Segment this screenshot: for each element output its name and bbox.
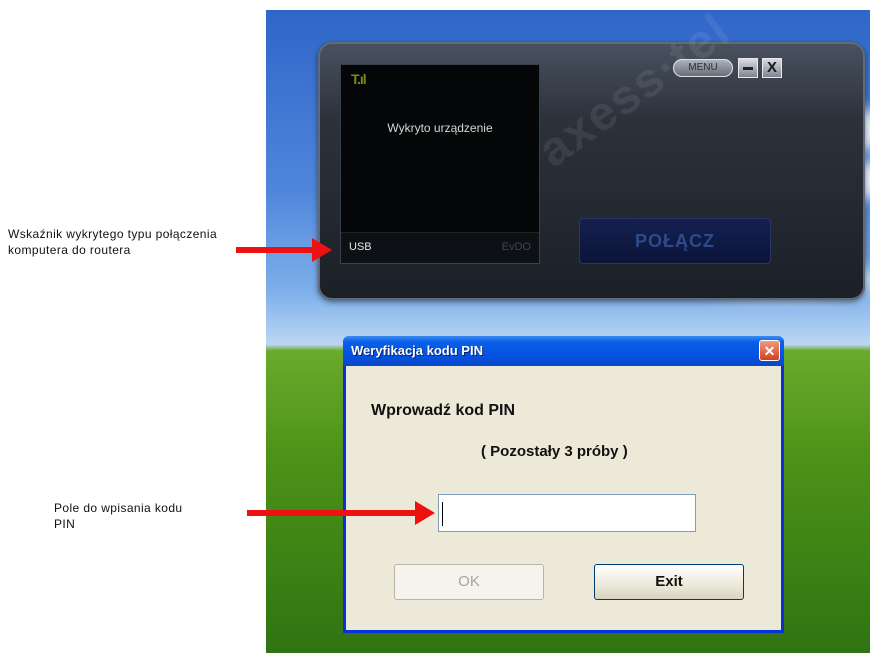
arrow-icon (236, 238, 332, 262)
widget-close-button[interactable]: X (762, 58, 782, 78)
dialog-close-button[interactable]: ✕ (759, 340, 780, 361)
exit-button[interactable]: Exit (594, 564, 744, 600)
dialog-title: Weryfikacja kodu PIN (351, 343, 483, 358)
device-status: Wykryto urządzenie (387, 121, 493, 135)
pin-dialog: Weryfikacja kodu PIN ✕ Wprowadź kod PIN … (343, 336, 784, 633)
widget-screen: T.ıl Wykryto urządzenie USB EvDO (340, 64, 540, 264)
modem-widget: axess·tel T.ıl Wykryto urządzenie USB Ev… (318, 3, 865, 300)
pin-input[interactable] (438, 494, 696, 532)
screen-status-bar: USB EvDO (341, 232, 539, 263)
text-caret (442, 502, 443, 526)
arrow-icon (247, 501, 435, 525)
remaining-tries: ( Pozostały 3 próby ) (481, 443, 628, 460)
annotation-connection-indicator: Wskaźnik wykrytego typu połączenia kompu… (8, 227, 218, 257)
connect-button[interactable]: POŁĄCZ (579, 218, 771, 264)
pin-prompt: Wprowadź kod PIN (371, 402, 515, 419)
minimize-button[interactable] (738, 58, 758, 78)
connection-type: USB (349, 241, 372, 253)
network-type: EvDO (501, 241, 531, 253)
minimize-icon (743, 67, 753, 70)
ok-button[interactable]: OK (394, 564, 544, 600)
signal-bars-icon: T.ıl (351, 71, 367, 87)
dialog-title-bar[interactable]: Weryfikacja kodu PIN ✕ (343, 336, 784, 366)
menu-button[interactable]: MENU (673, 59, 733, 77)
annotation-pin-field: Pole do wpisania kodu PIN (54, 501, 183, 531)
